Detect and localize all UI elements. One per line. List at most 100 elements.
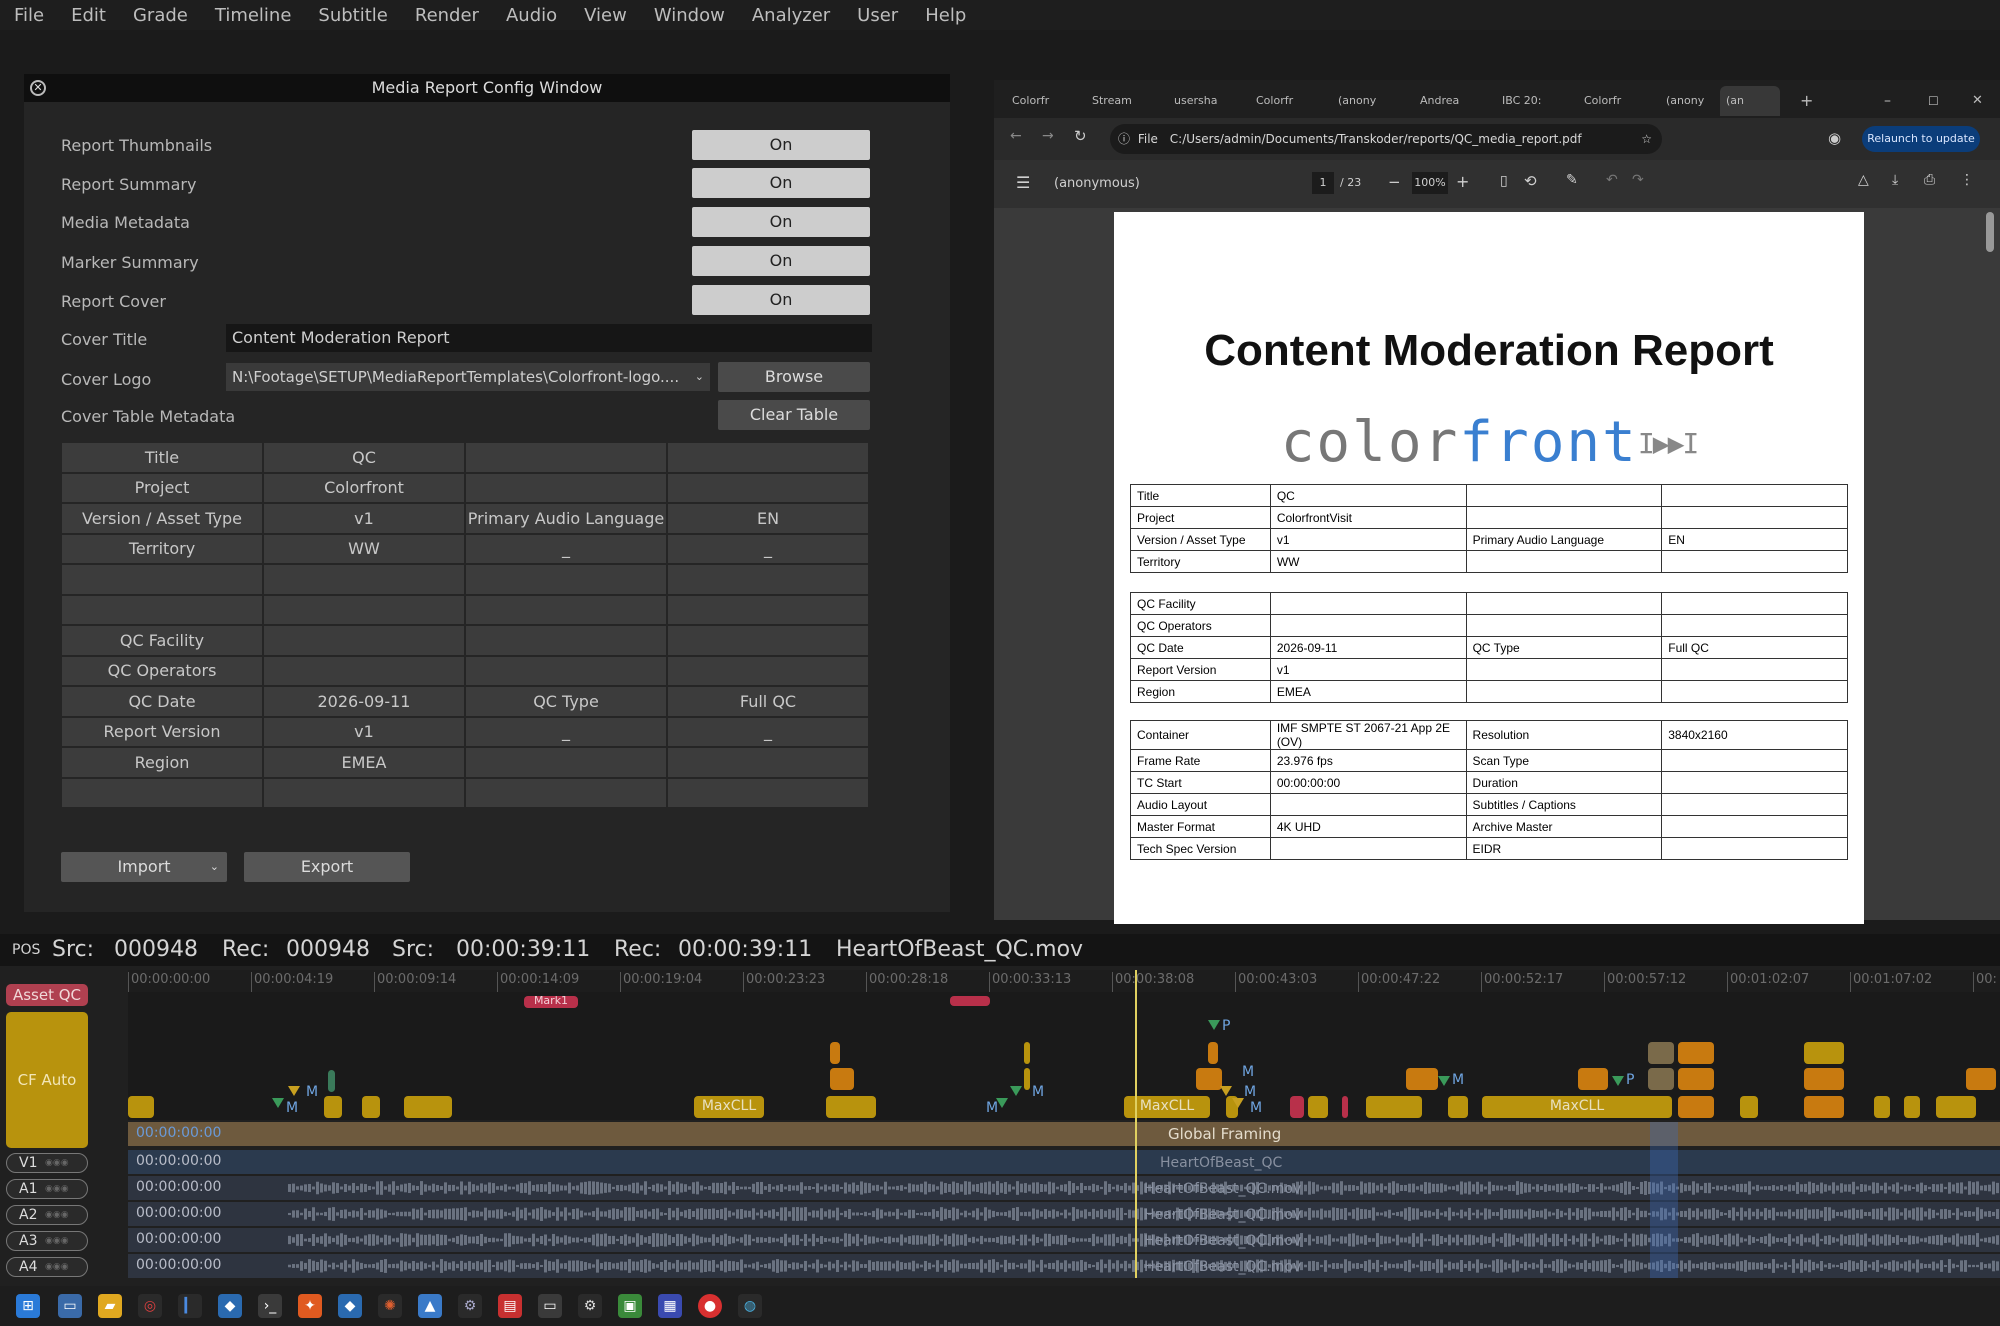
- menu-help[interactable]: Help: [925, 5, 966, 26]
- app-icon[interactable]: ▣: [618, 1294, 642, 1318]
- browser-tab[interactable]: Colorfr: [1012, 86, 1072, 116]
- cover-table-cell[interactable]: Region: [60, 746, 264, 779]
- qc-marker[interactable]: [1648, 1042, 1674, 1064]
- track-a2[interactable]: 00:00:00:00 HeartOfBeast_QC.mov: [128, 1202, 2000, 1226]
- app-icon[interactable]: ▤: [498, 1294, 522, 1318]
- cover-table-cell[interactable]: QC Date: [60, 685, 264, 718]
- cover-table-cell[interactable]: QC Type: [464, 685, 668, 718]
- qc-marker[interactable]: [830, 1042, 840, 1064]
- qc-marker[interactable]: [1904, 1096, 1920, 1118]
- qc-marker[interactable]: [1648, 1068, 1674, 1090]
- app-icon[interactable]: ◆: [218, 1294, 242, 1318]
- settings-icon[interactable]: ⚙: [458, 1294, 482, 1318]
- cover-table-cell[interactable]: [666, 471, 870, 504]
- menu-grade[interactable]: Grade: [133, 5, 188, 26]
- cover-table-cell[interactable]: [60, 776, 264, 809]
- cover-table-cell[interactable]: [666, 441, 870, 474]
- qc-marker[interactable]: [404, 1096, 452, 1118]
- qc-marker[interactable]: [826, 1096, 876, 1118]
- track-a3[interactable]: 00:00:00:00 HeartOfBeast_QC.mov: [128, 1228, 2000, 1252]
- fit-page-icon[interactable]: ▯: [1500, 173, 1508, 189]
- cover-table-cell[interactable]: QC Facility: [60, 624, 264, 657]
- save-icon[interactable]: ▦: [658, 1294, 682, 1318]
- cover-table-cell[interactable]: EMEA: [262, 746, 466, 779]
- cover-table-cell[interactable]: EN: [666, 502, 870, 535]
- qc-marker[interactable]: [1448, 1096, 1468, 1118]
- qc-marker[interactable]: [1366, 1096, 1422, 1118]
- maxcll-marker[interactable]: MaxCLL: [694, 1096, 764, 1118]
- new-tab-button[interactable]: +: [1800, 86, 1820, 116]
- browser-tab[interactable]: (anony: [1338, 86, 1398, 116]
- qc-marker[interactable]: [830, 1068, 854, 1090]
- browser-tab[interactable]: Andrea: [1420, 86, 1480, 116]
- track-header-v1[interactable]: V1 ◉◉◉: [6, 1153, 88, 1173]
- cover-table-cell[interactable]: v1: [262, 502, 466, 535]
- cover-table-cell[interactable]: _: [666, 715, 870, 748]
- cover-table-cell[interactable]: [464, 471, 668, 504]
- browser-tab[interactable]: Colorfr: [1584, 86, 1644, 116]
- zoom-in-icon[interactable]: +: [1456, 172, 1469, 191]
- cover-table-cell[interactable]: Version / Asset Type: [60, 502, 264, 535]
- track-header-a1[interactable]: A1 ◉◉◉: [6, 1179, 88, 1199]
- cover-table-cell[interactable]: _: [666, 532, 870, 565]
- menu-user[interactable]: User: [857, 5, 898, 26]
- print-icon[interactable]: ⎙: [1924, 172, 1935, 188]
- app-icon[interactable]: ▲: [418, 1294, 442, 1318]
- cover-logo-dropdown[interactable]: N:\Footage\SETUP\MediaReportTemplates\Co…: [226, 363, 710, 391]
- menu-file[interactable]: File: [14, 5, 44, 26]
- report-thumbnails-toggle[interactable]: On: [692, 130, 870, 160]
- cover-table-cell[interactable]: [666, 563, 870, 596]
- cover-table-cell[interactable]: Title: [60, 441, 264, 474]
- asset-marker[interactable]: [950, 996, 990, 1006]
- cover-table-cell[interactable]: [666, 746, 870, 779]
- qc-marker[interactable]: [1740, 1096, 1758, 1118]
- app-icon[interactable]: ✺: [378, 1294, 402, 1318]
- cover-table-cell[interactable]: Territory: [60, 532, 264, 565]
- track-a1[interactable]: 00:00:00:00 HeartOfBeast_QC.mov: [128, 1176, 2000, 1200]
- cover-table-cell[interactable]: [464, 746, 668, 779]
- qc-marker[interactable]: [362, 1096, 380, 1118]
- scrollbar-thumb[interactable]: [1986, 212, 1994, 252]
- cover-table-cell[interactable]: [666, 593, 870, 626]
- cover-title-input[interactable]: Content Moderation Report: [226, 324, 872, 352]
- cover-table-cell[interactable]: Full QC: [666, 685, 870, 718]
- menu-analyzer[interactable]: Analyzer: [752, 5, 830, 26]
- cover-table-cell[interactable]: [464, 624, 668, 657]
- menu-audio[interactable]: Audio: [506, 5, 557, 26]
- asset-qc-lane[interactable]: Asset QC: [6, 984, 88, 1006]
- forward-icon[interactable]: →: [1042, 128, 1054, 144]
- export-button[interactable]: Export: [244, 852, 410, 882]
- profile-icon[interactable]: ◉: [1828, 129, 1841, 147]
- qc-marker[interactable]: [1678, 1042, 1714, 1064]
- track-toggle-icons[interactable]: ◉◉◉: [45, 1158, 81, 1168]
- qc-marker[interactable]: [1804, 1096, 1844, 1118]
- cover-table-cell[interactable]: _: [464, 532, 668, 565]
- cover-table-cell[interactable]: [666, 654, 870, 687]
- cover-table-cell[interactable]: [60, 593, 264, 626]
- qc-marker[interactable]: [1966, 1068, 1996, 1090]
- qc-marker[interactable]: [1208, 1042, 1218, 1064]
- terminal-icon[interactable]: ›_: [258, 1294, 282, 1318]
- cover-table-cell[interactable]: QC Operators: [60, 654, 264, 687]
- menu-icon[interactable]: ☰: [1016, 173, 1030, 192]
- menu-render[interactable]: Render: [415, 5, 479, 26]
- track-header-a2[interactable]: A2 ◉◉◉: [6, 1205, 88, 1225]
- relaunch-button[interactable]: Relaunch to update: [1862, 126, 1980, 152]
- qc-marker[interactable]: [1578, 1068, 1608, 1090]
- cover-table-cell[interactable]: [60, 563, 264, 596]
- menu-view[interactable]: View: [584, 5, 627, 26]
- star-icon[interactable]: ☆: [1641, 124, 1652, 154]
- mark1-marker[interactable]: Mark1: [524, 995, 578, 1008]
- cover-table-cell[interactable]: QC: [262, 441, 466, 474]
- windows-start-icon[interactable]: ⊞: [16, 1294, 40, 1318]
- marker-lane[interactable]: Mark1 MaxCLL MaxCLL MaxCLL M M M M M M M…: [128, 992, 2000, 1120]
- qc-marker[interactable]: [1196, 1068, 1222, 1090]
- browser-tab[interactable]: Stream: [1092, 86, 1152, 116]
- cover-table-cell[interactable]: [262, 776, 466, 809]
- cover-table-cell[interactable]: [464, 654, 668, 687]
- cover-table-cell[interactable]: [666, 776, 870, 809]
- cover-table-cell[interactable]: 2026-09-11: [262, 685, 466, 718]
- browser-tab[interactable]: Colorfr: [1256, 86, 1316, 116]
- more-icon[interactable]: ⋮: [1960, 172, 1974, 188]
- cover-table-cell[interactable]: [262, 654, 466, 687]
